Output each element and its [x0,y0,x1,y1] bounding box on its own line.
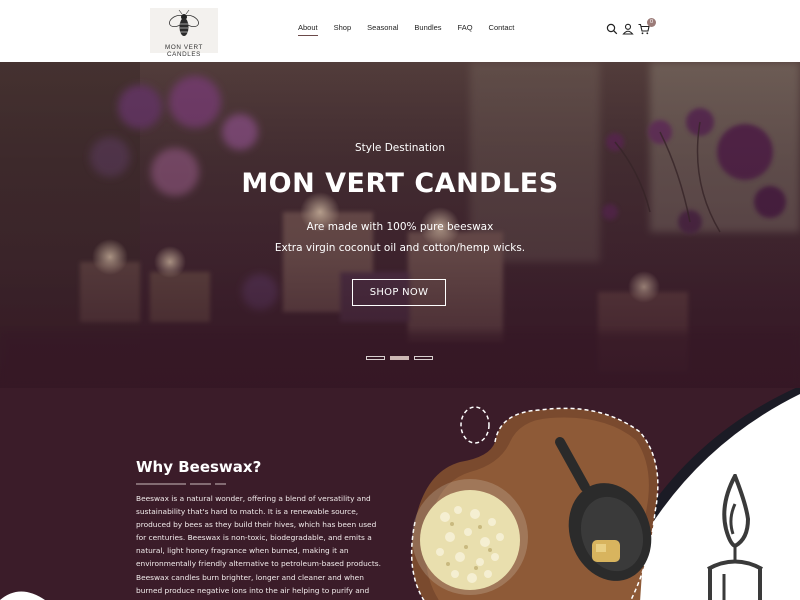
hero-tagline-1: Are made with 100% pure beeswax [306,221,494,233]
slide-dot-3[interactable] [414,356,433,360]
site-header: MON VERT CANDLES About Shop Seasonal Bun… [0,0,800,62]
search-icon[interactable] [606,22,618,35]
hero-tagline-2: Extra virgin coconut oil and cotton/hemp… [274,242,526,254]
logo[interactable]: MON VERT CANDLES [150,8,218,58]
nav-faq[interactable]: FAQ [458,0,473,62]
hero-subtitle: Style Destination [355,142,445,154]
slide-dot-2[interactable] [390,356,409,360]
header-icons: 0 [606,18,656,35]
hero-banner: Style Destination MON VERT CANDLES Are m… [0,62,800,388]
logo-text: MON VERT CANDLES [165,44,203,58]
main-nav: About Shop Seasonal Bundles FAQ Contact [290,0,522,62]
nav-shop[interactable]: Shop [334,0,352,62]
about-title: Why Beeswax? [136,458,262,476]
title-underline [136,483,226,485]
slider-dots [366,356,438,360]
nav-contact[interactable]: Contact [489,0,515,62]
cart-icon[interactable]: 0 [638,18,656,35]
nav-seasonal[interactable]: Seasonal [367,0,398,62]
beeswax-board-image [410,406,659,600]
nav-bundles[interactable]: Bundles [414,0,441,62]
nav-about[interactable]: About [298,0,318,62]
shop-now-button[interactable]: SHOP NOW [352,279,446,306]
about-paragraph: Beeswax is a natural wonder, offering a … [136,494,381,600]
slide-dot-1[interactable] [366,356,385,360]
bee-logo-icon [169,9,199,36]
user-icon[interactable] [622,22,634,35]
candle-line-icon [707,474,763,600]
hero-title: MON VERT CANDLES [241,168,559,199]
why-beeswax-section: Why Beeswax? Beeswax is a natural wonder… [0,388,800,600]
cart-count-badge: 0 [647,18,656,27]
